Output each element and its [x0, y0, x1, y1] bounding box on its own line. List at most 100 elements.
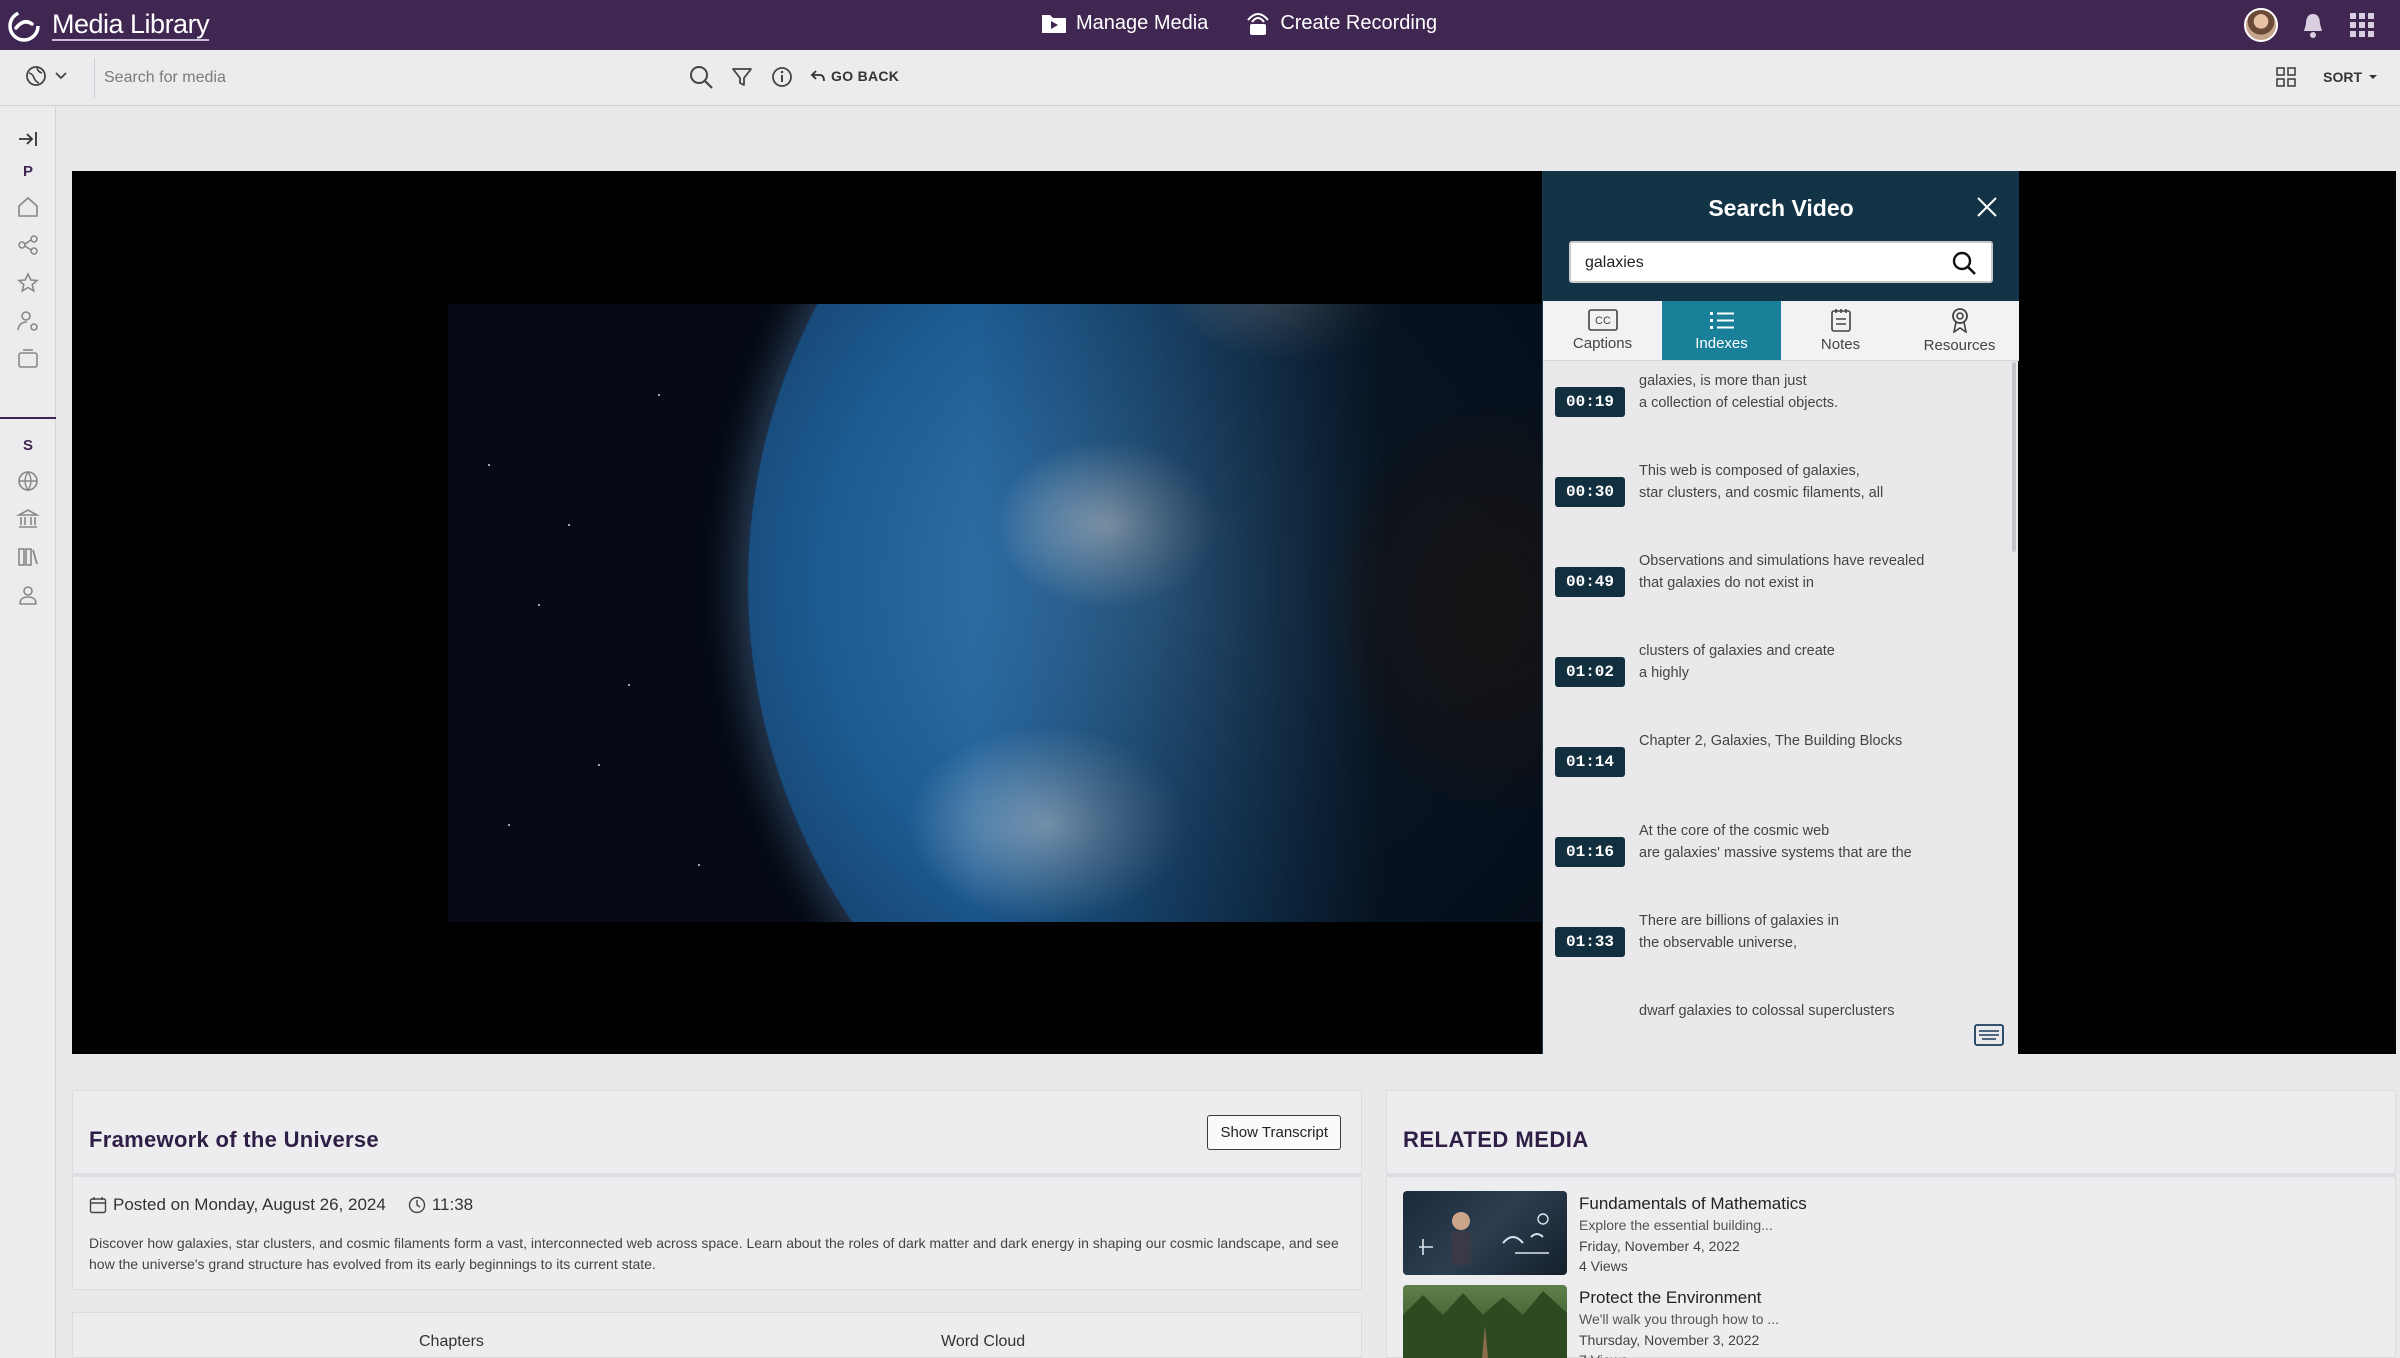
related-item-name[interactable]: Protect the Environment	[1579, 1287, 2359, 1309]
index-result[interactable]: 01:16 At the core of the cosmic web are …	[1543, 812, 2013, 902]
keyboard-icon[interactable]	[1974, 1024, 2004, 1046]
video-frame[interactable]	[448, 304, 1618, 922]
broadcast-icon	[1247, 13, 1270, 35]
tab-resources[interactable]: Resources	[1900, 301, 2019, 360]
bell-icon[interactable]	[2300, 11, 2326, 39]
related-item-views: 4 Views	[1579, 1258, 1628, 1274]
tab-captions[interactable]: CC Captions	[1543, 301, 1662, 360]
sort-label: SORT	[2323, 69, 2362, 85]
close-icon[interactable]	[1973, 193, 2001, 221]
tab-indexes-label: Indexes	[1695, 335, 1748, 352]
app-logo-icon[interactable]	[6, 8, 42, 44]
chevron-down-icon	[55, 72, 67, 80]
resources-icon	[1951, 308, 1968, 333]
top-header: Media Library Manage Media Create Record…	[0, 0, 2400, 50]
math-thumbnail-art	[1419, 1212, 1549, 1265]
show-transcript-button[interactable]: Show Transcript	[1207, 1115, 1341, 1150]
index-result[interactable]: 00:30 This web is composed of galaxies, …	[1543, 452, 2013, 542]
posted-date: Posted on Monday, August 26, 2024	[89, 1195, 386, 1215]
search-toolbar: GO BACK SORT	[0, 50, 2400, 106]
related-media-card: RELATED MEDIA Fundamentals of Mathematic…	[1386, 1090, 2396, 1358]
results-scrollbar[interactable]	[2012, 362, 2016, 552]
search-panel-tabs: CC Captions Indexes Notes Resources	[1543, 301, 2019, 361]
video-search-field[interactable]	[1569, 241, 1993, 283]
search-icon[interactable]	[688, 64, 714, 90]
lower-tabs-card: Chapters Word Cloud	[72, 1312, 1362, 1358]
user-avatar[interactable]	[2244, 8, 2278, 42]
tab-resources-label: Resources	[1923, 337, 1996, 354]
tab-word-cloud[interactable]: Word Cloud	[941, 1333, 1025, 1351]
institution-icon[interactable]	[16, 507, 40, 531]
timestamp-badge[interactable]: 00:19	[1555, 387, 1625, 417]
library-icon[interactable]	[16, 545, 40, 569]
related-thumbnail[interactable]	[1403, 1285, 1567, 1358]
manage-media-label: Manage Media	[1076, 11, 1209, 34]
index-result[interactable]: dwarf galaxies to colossal superclusters	[1543, 992, 2013, 1052]
home-icon[interactable]	[16, 195, 40, 219]
related-item-name[interactable]: Fundamentals of Mathematics	[1579, 1193, 2359, 1215]
scope-dropdown[interactable]	[24, 64, 68, 88]
tab-indexes[interactable]: Indexes	[1662, 301, 1781, 360]
people-icon[interactable]	[16, 583, 40, 607]
timestamp-badge[interactable]: 00:49	[1555, 567, 1625, 597]
index-result[interactable]: 00:49 Observations and simulations have …	[1543, 542, 2013, 632]
globe-icon	[26, 66, 46, 86]
svg-text:CC: CC	[1595, 315, 1611, 327]
rail-section-p: P	[22, 163, 33, 180]
info-icon[interactable]	[770, 65, 794, 89]
index-results-list: 00:19 galaxies, is more than just a coll…	[1543, 362, 2013, 1052]
clock-icon	[408, 1196, 426, 1214]
manage-media-button[interactable]: Manage Media	[1040, 10, 1208, 36]
user-settings-icon[interactable]	[16, 309, 40, 333]
related-item-summary: We'll walk you through how to ...	[1579, 1311, 1780, 1327]
media-box-icon[interactable]	[16, 347, 40, 371]
search-icon[interactable]	[1951, 250, 1977, 276]
timestamp-badge[interactable]: 01:33	[1555, 927, 1625, 957]
index-result[interactable]: 00:19 galaxies, is more than just a coll…	[1543, 362, 2013, 452]
forest-thumbnail-art	[1403, 1291, 1567, 1358]
filter-icon[interactable]	[730, 65, 754, 89]
related-item-views: 7 Views	[1579, 1350, 2359, 1358]
media-description: Discover how galaxies, star clusters, an…	[89, 1235, 1339, 1272]
media-search-input[interactable]	[104, 62, 684, 94]
video-search-input[interactable]	[1585, 251, 1925, 275]
go-back-label: GO BACK	[831, 68, 900, 84]
list-icon	[1709, 312, 1734, 329]
share-icon[interactable]	[16, 233, 40, 257]
index-text: This web is composed of galaxies, star c…	[1639, 463, 1884, 501]
go-back-button[interactable]: GO BACK	[810, 68, 899, 84]
search-video-panel: Search Video CC Captions Indexes	[1542, 171, 2019, 1054]
app-title[interactable]: Media Library	[52, 9, 210, 41]
create-recording-label: Create Recording	[1280, 11, 1438, 34]
tab-chapters[interactable]: Chapters	[419, 1333, 484, 1351]
tab-notes[interactable]: Notes	[1781, 301, 1900, 360]
related-item-date: Friday, November 4, 2022	[1579, 1238, 1740, 1254]
timestamp-badge[interactable]: 00:30	[1555, 477, 1625, 507]
index-result[interactable]: 01:14 Chapter 2, Galaxies, The Building …	[1543, 722, 2013, 812]
related-item[interactable]: Fundamentals of Mathematics Explore the …	[1403, 1191, 2383, 1281]
video-player[interactable]	[72, 171, 2396, 1054]
star-icon[interactable]	[16, 271, 40, 295]
related-thumbnail[interactable]	[1403, 1191, 1567, 1275]
expand-sidebar-icon[interactable]	[16, 127, 40, 151]
left-rail: P S	[0, 107, 56, 1358]
media-duration: 11:38	[408, 1195, 473, 1215]
index-result[interactable]: 01:02 clusters of galaxies and create a …	[1543, 632, 2013, 722]
globe-nav-icon[interactable]	[16, 469, 40, 493]
tab-notes-label: Notes	[1820, 336, 1861, 353]
index-text: Observations and simulations have reveal…	[1639, 553, 1925, 591]
back-arrow-icon	[810, 70, 825, 82]
caret-down-icon	[2369, 75, 2377, 79]
related-item[interactable]: Protect the Environment We'll walk you t…	[1403, 1285, 2383, 1358]
timestamp-badge[interactable]: 01:16	[1555, 837, 1625, 867]
calendar-icon	[89, 1197, 107, 1214]
create-recording-button[interactable]: Create Recording	[1244, 10, 1437, 36]
timestamp-badge[interactable]: 01:14	[1555, 747, 1625, 777]
related-item-date: Thursday, November 3, 2022	[1579, 1332, 1760, 1348]
apps-grid-icon[interactable]	[2348, 11, 2376, 39]
index-result[interactable]: 01:33 There are billions of galaxies in …	[1543, 902, 2013, 992]
grid-view-icon[interactable]	[2275, 66, 2297, 88]
related-media-title: RELATED MEDIA	[1403, 1127, 1589, 1152]
sort-dropdown[interactable]: SORT	[2323, 69, 2378, 85]
timestamp-badge[interactable]: 01:02	[1555, 657, 1625, 687]
